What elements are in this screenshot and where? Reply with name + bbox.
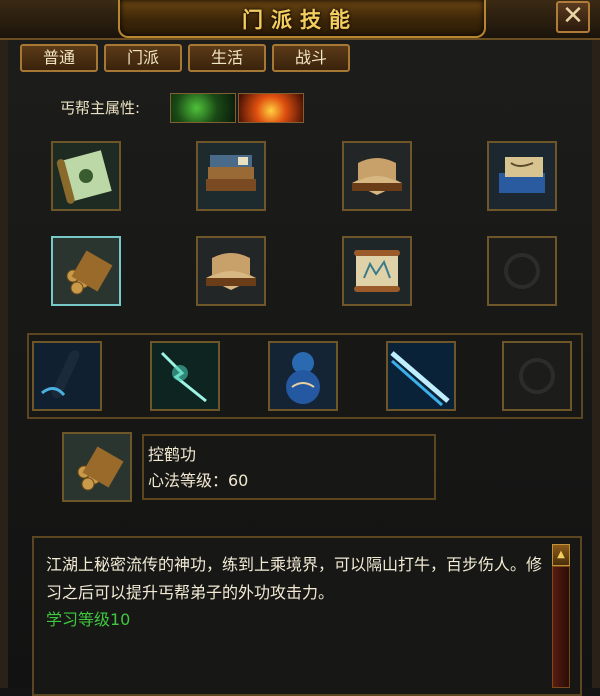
- staff-icon: [34, 343, 100, 409]
- blue-books-icon: [489, 143, 555, 209]
- active-slot-lightning[interactable]: [150, 341, 220, 411]
- empty-slot-icon: [504, 343, 570, 409]
- scrollbar-thumb[interactable]: [552, 566, 570, 688]
- light-beam-icon: [388, 343, 454, 409]
- tab-life[interactable]: 生活: [188, 44, 266, 72]
- active-slot-empty[interactable]: [502, 341, 572, 411]
- open-book-icon: [344, 143, 410, 209]
- open-book-icon: [198, 238, 264, 304]
- close-button[interactable]: ✕: [556, 1, 590, 33]
- learn-level: 学习等级10: [46, 610, 131, 629]
- tab-faction[interactable]: 门派: [104, 44, 182, 72]
- skill-slot-bamboo-bundle[interactable]: [51, 236, 121, 306]
- tab-combat[interactable]: 战斗: [272, 44, 350, 72]
- active-slot-staff[interactable]: [32, 341, 102, 411]
- faction-attr-label: 丐帮主属性:: [60, 99, 141, 117]
- active-slot-light-beam[interactable]: [386, 341, 456, 411]
- book-stack-icon: [198, 143, 264, 209]
- skill-level: 心法等级：60: [148, 471, 249, 490]
- selected-skill-icon: [62, 432, 132, 502]
- active-slot-gourd[interactable]: [268, 341, 338, 411]
- skill-slot-empty-1[interactable]: [487, 236, 557, 306]
- empty-slot-icon: [489, 238, 555, 304]
- skill-slot-open-book[interactable]: [342, 141, 412, 211]
- bamboo-bundle-icon: [64, 434, 130, 500]
- skill-slot-scroll[interactable]: [51, 141, 121, 211]
- gourd-icon: [270, 343, 336, 409]
- window-title: 门派技能: [242, 8, 358, 32]
- lightning-icon: [152, 343, 218, 409]
- poison-icon: [170, 93, 236, 123]
- skill-slot-open-book-2[interactable]: [196, 236, 266, 306]
- skill-name: 控鹤功: [148, 445, 197, 464]
- skill-slot-blue-books[interactable]: [487, 141, 557, 211]
- skill-description: 江湖上秘密流传的神功，练到上乘境界，可以隔山打牛，百步伤人。修习之后可以提升丐帮…: [46, 555, 543, 602]
- skill-slot-martial-scroll[interactable]: [342, 236, 412, 306]
- scroll-up-button[interactable]: ▲: [552, 544, 570, 566]
- skill-slot-book-stack[interactable]: [196, 141, 266, 211]
- martial-scroll-icon: [344, 238, 410, 304]
- bamboo-bundle-icon: [53, 238, 119, 304]
- tab-normal[interactable]: 普通: [20, 44, 98, 72]
- fire-icon: [238, 93, 304, 123]
- scroll-icon: [53, 143, 119, 209]
